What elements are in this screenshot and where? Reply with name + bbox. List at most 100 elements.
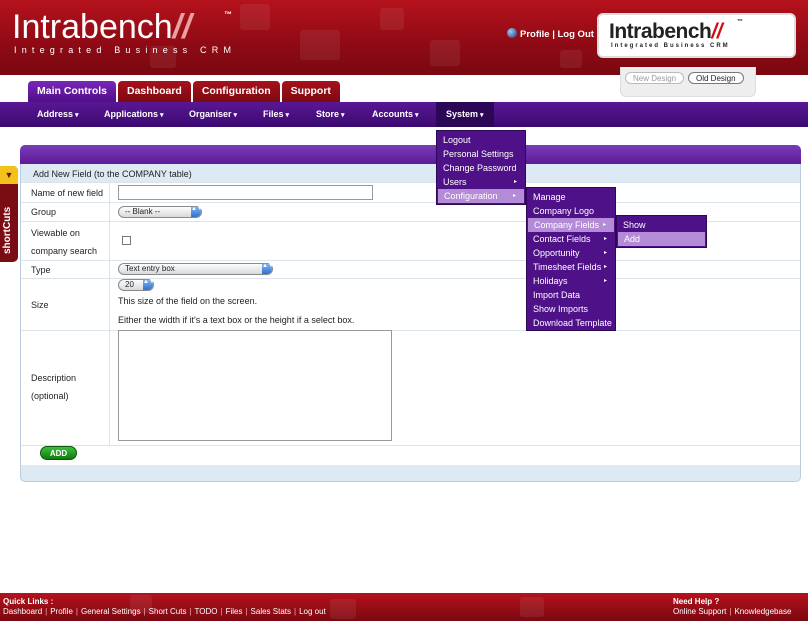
name-label: Name of new field bbox=[31, 188, 104, 198]
menu-item-company-fields[interactable]: Company Fields ▸ bbox=[528, 218, 614, 232]
description-label-line2: (optional) bbox=[31, 391, 69, 401]
quick-link-log-out[interactable]: Log out bbox=[299, 607, 326, 616]
tab-configuration[interactable]: Configuration bbox=[192, 81, 280, 102]
size-select[interactable]: 20 ▲▼ bbox=[118, 279, 155, 291]
menu-item-add[interactable]: Add bbox=[618, 232, 705, 246]
decor-square bbox=[430, 40, 460, 66]
new-design-button[interactable]: New Design bbox=[625, 72, 685, 84]
nav-label: Files bbox=[263, 109, 284, 119]
type-select[interactable]: Text entry box ▲▼ bbox=[118, 263, 274, 275]
quick-link-dashboard[interactable]: Dashboard bbox=[3, 607, 42, 616]
help-title: Need Help ? bbox=[673, 597, 720, 606]
menu-item-manage[interactable]: Manage bbox=[527, 190, 615, 204]
viewable-label-line2: company search bbox=[31, 246, 98, 256]
logo: Intrabench// ™ Integrated Business CRM bbox=[12, 10, 236, 55]
menu-item-holidays[interactable]: Holidays ▸ bbox=[527, 274, 615, 288]
menu-item-label: Configuration bbox=[444, 191, 498, 201]
tab-support[interactable]: Support bbox=[281, 81, 340, 102]
quick-link-sales-stats[interactable]: Sales Stats bbox=[251, 607, 291, 616]
nav-bar: Address ▾ Applications ▾ Organiser ▾ Files ▾… bbox=[0, 102, 808, 127]
logo-slash: // bbox=[172, 8, 192, 46]
shortcuts-tab[interactable]: ▼ shortCuts bbox=[0, 166, 18, 262]
nav-store[interactable]: Store ▾ bbox=[316, 102, 345, 127]
nav-organiser[interactable]: Organiser ▾ bbox=[189, 102, 237, 127]
viewable-label-line1: Viewable on bbox=[31, 228, 80, 238]
chevron-down-icon: ▾ bbox=[480, 112, 484, 119]
menu-item-logout[interactable]: Logout bbox=[437, 133, 525, 147]
logout-link[interactable]: Log Out bbox=[558, 29, 594, 40]
nav-system[interactable]: System ▾ bbox=[436, 102, 494, 127]
tab-main-controls[interactable]: Main Controls bbox=[28, 81, 116, 102]
help-link-online-support[interactable]: Online Support bbox=[673, 607, 726, 616]
quick-link-short-cuts[interactable]: Short Cuts bbox=[149, 607, 187, 616]
chevron-right-icon: ▸ bbox=[513, 179, 517, 185]
menu-item-contact-fields[interactable]: Contact Fields ▸ bbox=[527, 232, 615, 246]
quick-links-title: Quick Links : bbox=[3, 597, 54, 606]
menu-item-change-password[interactable]: Change Password bbox=[437, 161, 525, 175]
menu-item-company-logo[interactable]: Company Logo bbox=[527, 204, 615, 218]
menu-item-label: Company Fields bbox=[534, 220, 600, 230]
size-label: Size bbox=[31, 300, 49, 310]
description-textarea[interactable] bbox=[118, 330, 392, 441]
footer: Quick Links : Dashboard | Profile | General … bbox=[0, 593, 808, 621]
menu-item-show[interactable]: Show bbox=[617, 218, 706, 232]
field-name-input[interactable] bbox=[118, 185, 373, 200]
chevron-right-icon: ▸ bbox=[512, 193, 516, 199]
header-links: Profile | Log Out bbox=[507, 28, 594, 40]
nav-applications[interactable]: Applications ▾ bbox=[104, 102, 164, 127]
quick-links: Dashboard | Profile | General Settings | Short… bbox=[3, 607, 326, 616]
chevron-right-icon: ▸ bbox=[603, 278, 607, 284]
globe-icon bbox=[507, 28, 517, 38]
chevron-right-icon: ▸ bbox=[603, 236, 607, 242]
decor-square bbox=[520, 597, 544, 617]
help-link-knowledgebase[interactable]: Knowledgebase bbox=[734, 607, 791, 616]
column-divider bbox=[109, 222, 110, 260]
menu-item-users[interactable]: Users ▸ bbox=[437, 175, 525, 189]
nav-files[interactable]: Files ▾ bbox=[263, 102, 289, 127]
menu-item-opportunity[interactable]: Opportunity ▸ bbox=[527, 246, 615, 260]
menu-item-import-data[interactable]: Import Data bbox=[527, 288, 615, 302]
row-actions bbox=[21, 445, 800, 465]
tab-dashboard[interactable]: Dashboard bbox=[118, 81, 191, 102]
nav-label: Store bbox=[316, 109, 340, 119]
menu-item-download-template[interactable]: Download Template bbox=[527, 316, 615, 330]
add-button[interactable]: ADD bbox=[40, 446, 77, 460]
menu-item-label: Contact Fields bbox=[533, 234, 591, 244]
menu-item-show-imports[interactable]: Show Imports bbox=[527, 302, 615, 316]
old-design-button[interactable]: Old Design bbox=[688, 72, 744, 84]
logo-tagline: Integrated Business CRM bbox=[14, 45, 237, 55]
logo-name: Intrabench bbox=[12, 8, 173, 46]
viewable-checkbox[interactable] bbox=[122, 236, 131, 245]
menu-item-personal-settings[interactable]: Personal Settings bbox=[437, 147, 525, 161]
menu-item-label: Timesheet Fields bbox=[533, 262, 602, 272]
nav-accounts[interactable]: Accounts ▾ bbox=[372, 102, 419, 127]
group-select-value: -- Blank -- bbox=[125, 207, 161, 216]
menu-item-label: Holidays bbox=[533, 276, 568, 286]
menu-item-configuration[interactable]: Configuration ▸ bbox=[438, 189, 524, 203]
size-hint-line1: This size of the field on the screen. bbox=[118, 296, 258, 306]
chevron-down-icon: ▾ bbox=[160, 112, 164, 119]
chevron-right-icon: ▸ bbox=[603, 250, 607, 256]
column-divider bbox=[109, 279, 110, 330]
arrow-down-icon: ▼ bbox=[0, 166, 18, 184]
decor-square bbox=[330, 599, 356, 619]
select-arrows-icon: ▲▼ bbox=[143, 279, 155, 290]
column-divider bbox=[109, 261, 110, 278]
chevron-right-icon: ▸ bbox=[603, 264, 607, 270]
group-select[interactable]: -- Blank -- ▲▼ bbox=[118, 206, 203, 218]
quick-link-files[interactable]: Files bbox=[226, 607, 243, 616]
chevron-down-icon: ▾ bbox=[341, 112, 345, 119]
brand-box: Intrabench// ™ Integrated Business CRM bbox=[597, 13, 796, 58]
design-toggle: New Design Old Design bbox=[620, 67, 756, 97]
profile-link[interactable]: Profile bbox=[520, 29, 550, 40]
nav-label: Organiser bbox=[189, 109, 232, 119]
chevron-down-icon: ▾ bbox=[233, 112, 238, 119]
quick-link-profile[interactable]: Profile bbox=[50, 607, 73, 616]
select-arrows-icon: ▲▼ bbox=[191, 206, 203, 217]
brand-tagline: Integrated Business CRM bbox=[611, 43, 730, 49]
nav-address[interactable]: Address ▾ bbox=[37, 102, 79, 127]
menu-item-timesheet-fields[interactable]: Timesheet Fields ▸ bbox=[527, 260, 615, 274]
quick-link-general-settings[interactable]: General Settings bbox=[81, 607, 141, 616]
nav-label: Accounts bbox=[372, 109, 414, 119]
quick-link-todo[interactable]: TODO bbox=[195, 607, 218, 616]
